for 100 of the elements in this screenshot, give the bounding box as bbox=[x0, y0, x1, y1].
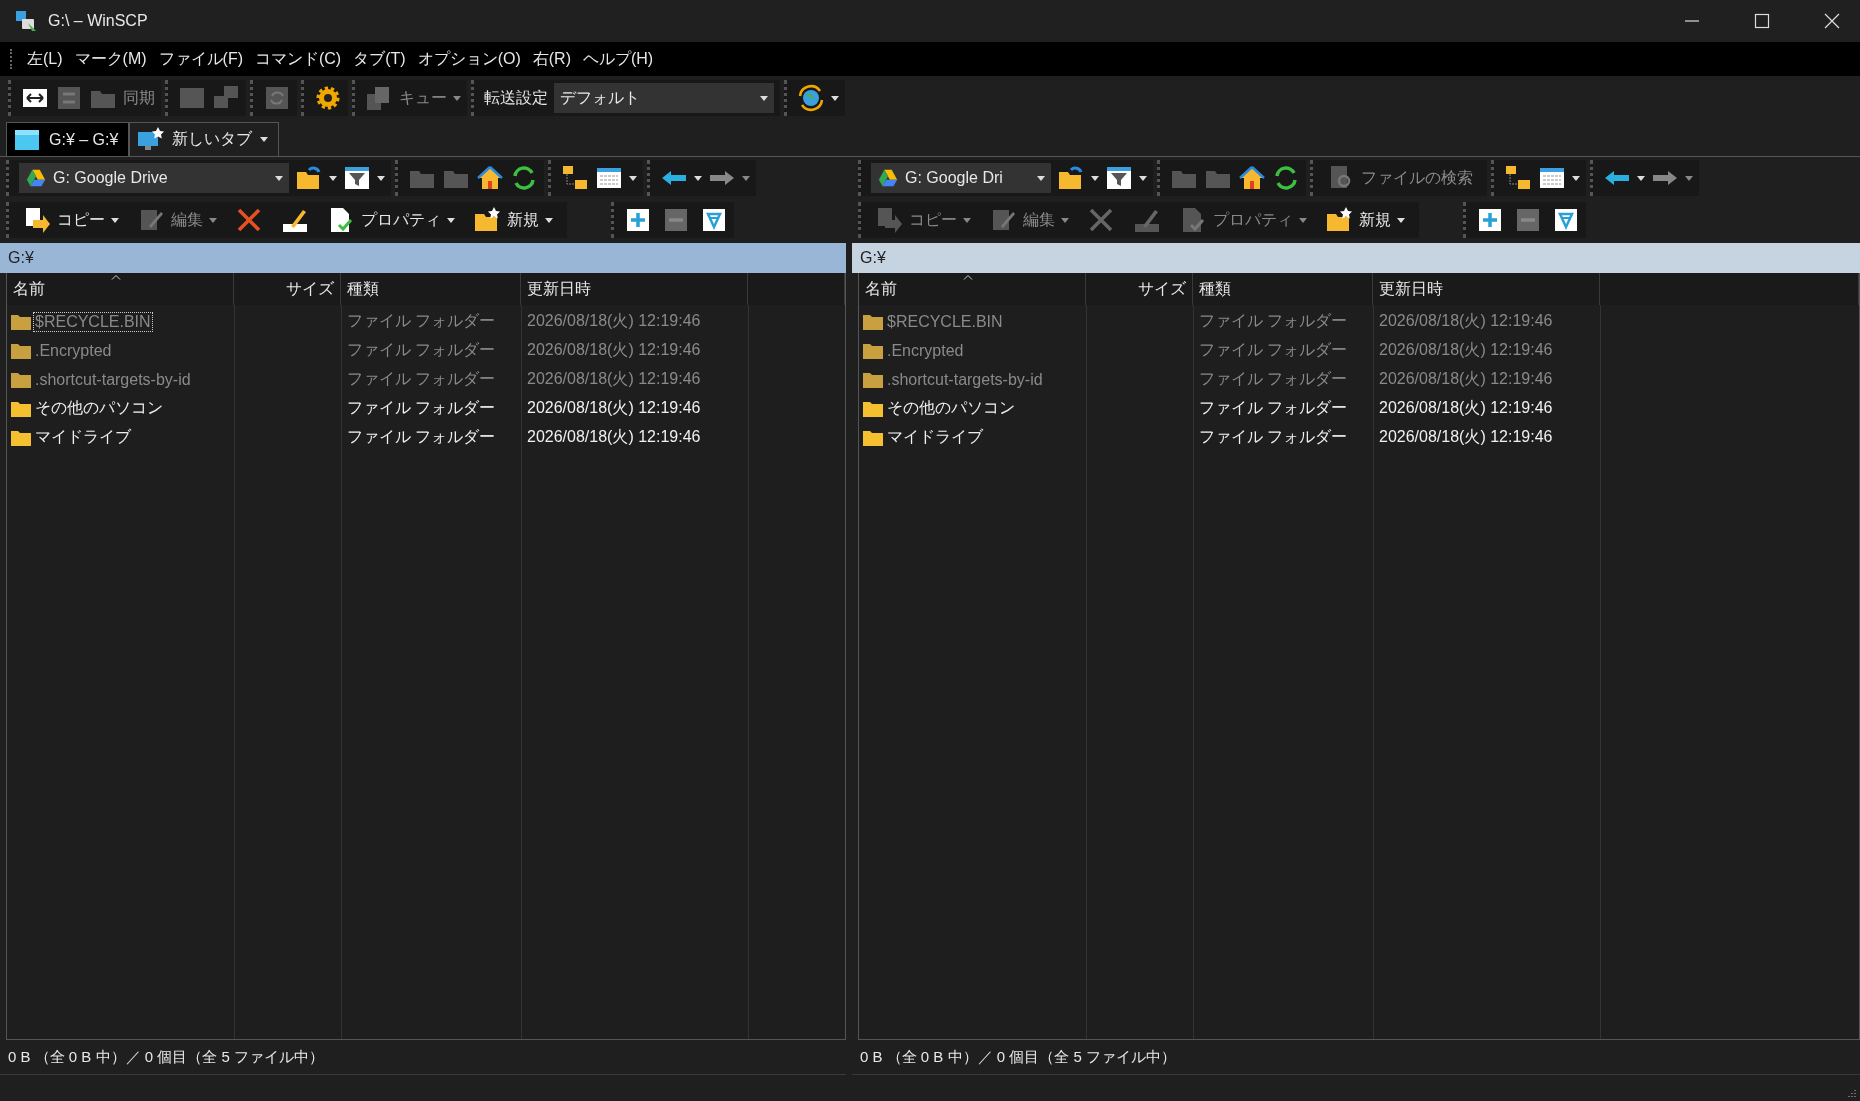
tree-icon[interactable] bbox=[1504, 164, 1532, 192]
file-type: ファイル フォルダー bbox=[1198, 398, 1349, 418]
file-name[interactable]: その他のパソコン bbox=[885, 397, 1017, 420]
status-text: 0 B （全 0 B 中）／ 0 個目（全 5 ファイル中） bbox=[0, 1040, 846, 1075]
refresh-icon[interactable] bbox=[263, 84, 291, 112]
tab[interactable]: 新しいタブ bbox=[129, 122, 280, 156]
file-type: ファイル フォルダー bbox=[1198, 311, 1349, 331]
file-type: ファイル フォルダー bbox=[346, 340, 497, 360]
menu-item[interactable]: タブ(T) bbox=[353, 48, 406, 70]
menu-item[interactable]: ファイル(F) bbox=[158, 48, 243, 70]
folder-icon bbox=[863, 429, 883, 446]
tree-icon[interactable] bbox=[561, 164, 589, 192]
refresh-icon[interactable] bbox=[1272, 164, 1300, 192]
menu-item[interactable]: マーク(M) bbox=[74, 48, 147, 70]
folder-icon bbox=[11, 429, 31, 446]
select-all-icon[interactable] bbox=[700, 206, 728, 234]
new-button[interactable]: 新規 bbox=[1321, 204, 1413, 236]
file-name[interactable]: .shortcut-targets-by-id bbox=[885, 369, 1045, 390]
menu-item[interactable]: ヘルプ(H) bbox=[582, 48, 654, 70]
file-type: ファイル フォルダー bbox=[1198, 427, 1349, 447]
caret-icon[interactable] bbox=[1397, 217, 1405, 223]
file-date: 2026/08/18(火) 12:19:46 bbox=[1378, 398, 1554, 418]
transfer-settings-label: 転送設定 bbox=[484, 87, 548, 108]
sync-label[interactable]: 同期 bbox=[123, 87, 155, 109]
drive-dropdown[interactable]: G: Google Dri bbox=[871, 163, 1051, 193]
file-name[interactable]: $RECYCLE.BIN bbox=[33, 311, 153, 332]
window-title: G:\ – WinSCP bbox=[48, 12, 148, 30]
caret-icon[interactable] bbox=[377, 175, 385, 181]
file-name[interactable]: $RECYCLE.BIN bbox=[885, 311, 1005, 332]
caret-icon[interactable] bbox=[1091, 175, 1099, 181]
file-name[interactable]: .Encrypted bbox=[885, 340, 966, 361]
folder-icon bbox=[863, 400, 883, 417]
caret-icon[interactable] bbox=[629, 175, 637, 181]
file-type: ファイル フォルダー bbox=[346, 311, 497, 331]
caret-icon[interactable] bbox=[831, 95, 839, 101]
drive-icon[interactable] bbox=[25, 167, 47, 189]
status-text: 0 B （全 0 B 中）／ 0 個目（全 5 ファイル中） bbox=[852, 1040, 1860, 1075]
caret-icon[interactable] bbox=[1139, 175, 1147, 181]
file-name[interactable]: その他のパソコン bbox=[33, 397, 165, 420]
file-name[interactable]: .shortcut-targets-by-id bbox=[33, 369, 193, 390]
folder-icon bbox=[11, 400, 31, 417]
file-name[interactable]: マイドライブ bbox=[33, 426, 133, 449]
resize-grip-icon[interactable] bbox=[1846, 1087, 1856, 1097]
tab[interactable]: G:¥ – G:¥ bbox=[6, 122, 130, 156]
new-button[interactable]: 新規 bbox=[469, 204, 561, 236]
drive-icon[interactable] bbox=[877, 167, 899, 189]
open-folder-icon[interactable] bbox=[1057, 164, 1085, 192]
copy-icon[interactable] bbox=[23, 206, 51, 234]
caret-icon[interactable] bbox=[260, 137, 269, 142]
menu-item[interactable]: 右(R) bbox=[532, 48, 571, 70]
file-date: 2026/08/18(火) 12:19:46 bbox=[1378, 311, 1554, 331]
caret-icon[interactable] bbox=[1572, 175, 1580, 181]
caret-icon[interactable] bbox=[111, 217, 119, 223]
folder-icon bbox=[863, 313, 883, 330]
file-date: 2026/08/18(火) 12:19:46 bbox=[1378, 427, 1554, 447]
globe-sync-icon[interactable] bbox=[797, 84, 825, 112]
select-all-icon[interactable] bbox=[1552, 206, 1580, 234]
caret-icon[interactable] bbox=[760, 95, 768, 101]
caret-icon[interactable] bbox=[545, 217, 553, 223]
select-files-icon[interactable] bbox=[1476, 206, 1504, 234]
maximize-icon[interactable] bbox=[1754, 13, 1770, 29]
file-date: 2026/08/18(火) 12:19:46 bbox=[526, 311, 702, 331]
file-name[interactable]: .Encrypted bbox=[33, 340, 114, 361]
caret-icon[interactable] bbox=[329, 175, 337, 181]
select-files-icon[interactable] bbox=[624, 206, 652, 234]
copy-button[interactable]: コピー bbox=[19, 204, 127, 236]
open-folder-icon[interactable] bbox=[295, 164, 323, 192]
home-icon[interactable] bbox=[1238, 164, 1266, 192]
home-icon[interactable] bbox=[476, 164, 504, 192]
new-folder-icon[interactable] bbox=[1325, 206, 1353, 234]
delete-icon[interactable] bbox=[235, 206, 263, 234]
unselect-files-icon[interactable] bbox=[662, 206, 690, 234]
close-icon[interactable] bbox=[1824, 13, 1840, 29]
path-bar: G:¥ bbox=[852, 243, 1860, 273]
caret-icon[interactable] bbox=[1637, 175, 1645, 181]
folder-icon bbox=[863, 342, 883, 359]
file-date: 2026/08/18(火) 12:19:46 bbox=[526, 340, 702, 360]
unselect-files-icon[interactable] bbox=[1514, 206, 1542, 234]
menu-item[interactable]: コマンド(C) bbox=[255, 48, 342, 70]
caret-icon[interactable] bbox=[1037, 175, 1045, 181]
filter-icon[interactable] bbox=[343, 164, 371, 192]
file-name[interactable]: マイドライブ bbox=[885, 426, 985, 449]
menu-item[interactable]: オプション(O) bbox=[417, 48, 521, 70]
caret-icon[interactable] bbox=[694, 175, 702, 181]
refresh-icon[interactable] bbox=[510, 164, 538, 192]
file-date: 2026/08/18(火) 12:19:46 bbox=[1378, 369, 1554, 389]
file-type: ファイル フォルダー bbox=[346, 427, 497, 447]
file-type: ファイル フォルダー bbox=[1198, 340, 1349, 360]
transfer-settings-dropdown[interactable]: デフォルト bbox=[554, 83, 774, 113]
sort-icon bbox=[111, 274, 121, 280]
properties-button[interactable]: プロパティ bbox=[323, 204, 463, 236]
new-folder-icon[interactable] bbox=[473, 206, 501, 234]
file-date: 2026/08/18(火) 12:19:46 bbox=[526, 398, 702, 418]
caret-icon[interactable] bbox=[275, 175, 283, 181]
settings-icon[interactable] bbox=[314, 84, 342, 112]
filter-icon[interactable] bbox=[1105, 164, 1133, 192]
menu-item[interactable]: 左(L) bbox=[27, 48, 63, 70]
drive-dropdown[interactable]: G: Google Drive bbox=[19, 163, 289, 193]
caret-icon[interactable] bbox=[447, 217, 455, 223]
sort-icon bbox=[963, 274, 973, 280]
